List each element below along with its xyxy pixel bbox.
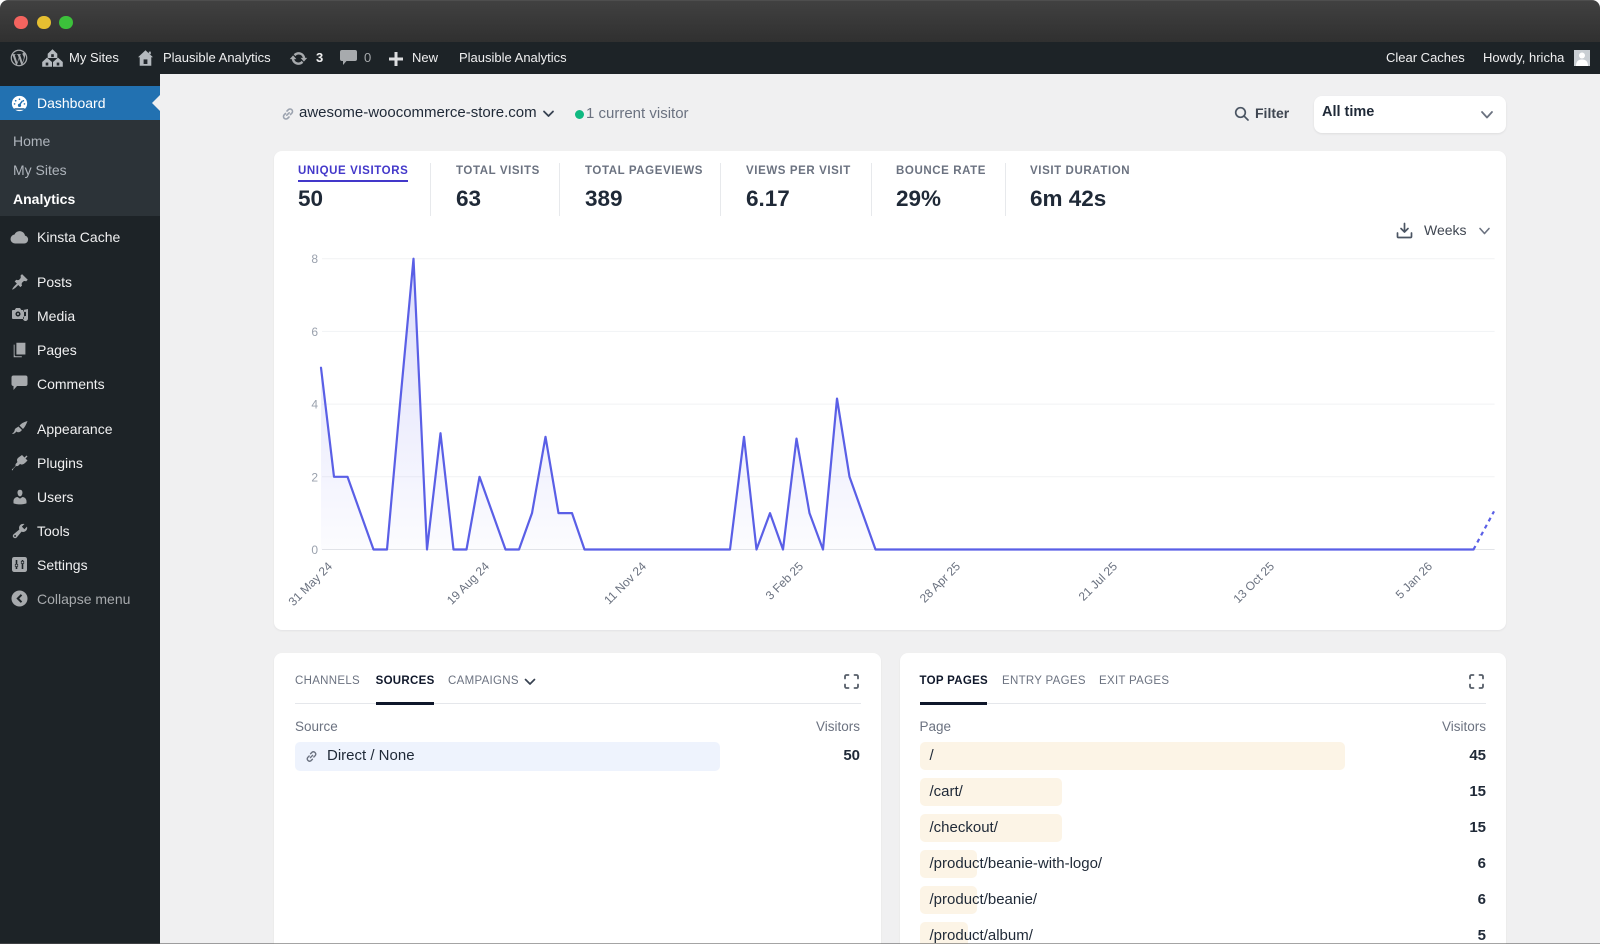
svg-text:13 Oct 25: 13 Oct 25 (1230, 559, 1277, 606)
svg-text:21 Jul 25: 21 Jul 25 (1076, 559, 1121, 604)
svg-text:31 May 24: 31 May 24 (286, 559, 336, 609)
svg-text:5 Jan 26: 5 Jan 26 (1393, 559, 1436, 602)
svg-text:4: 4 (311, 398, 318, 412)
svg-text:3 Feb 25: 3 Feb 25 (763, 559, 807, 603)
svg-text:19 Aug 24: 19 Aug 24 (444, 559, 492, 607)
svg-text:11 Nov 24: 11 Nov 24 (601, 559, 649, 607)
svg-text:8: 8 (311, 252, 318, 266)
svg-text:6: 6 (311, 325, 318, 339)
svg-text:2: 2 (311, 470, 318, 484)
svg-text:0: 0 (311, 543, 318, 557)
svg-text:28 Apr 25: 28 Apr 25 (917, 559, 963, 605)
